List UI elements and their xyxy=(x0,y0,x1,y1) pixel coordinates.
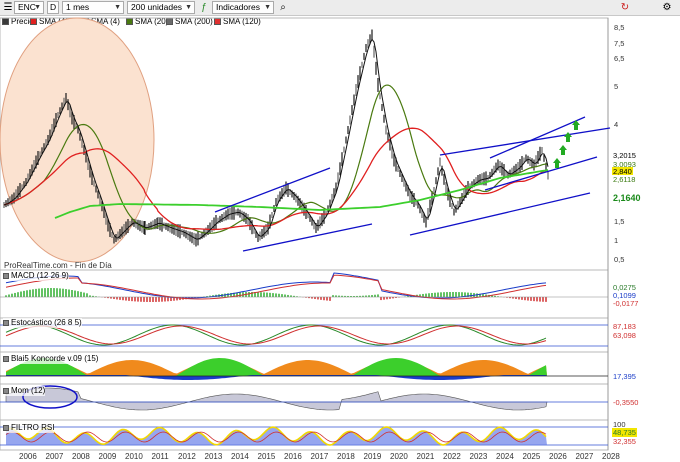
year-label: 2028 xyxy=(602,452,620,461)
stoch-value: 87,183 xyxy=(613,322,636,331)
up-arrow-icon xyxy=(564,132,572,142)
year-label: 2008 xyxy=(72,452,90,461)
year-label: 2022 xyxy=(443,452,461,461)
year-label: 2020 xyxy=(390,452,408,461)
year-label: 2014 xyxy=(231,452,249,461)
year-label: 2019 xyxy=(363,452,382,461)
panel-close-icon[interactable] xyxy=(3,425,9,431)
koncorde-value: 17,395 xyxy=(613,372,636,381)
rsi-title[interactable]: FILTRO RSI xyxy=(3,423,55,433)
year-label: 2009 xyxy=(98,452,117,461)
year-label: 2006 xyxy=(19,452,37,461)
koncorde-title[interactable]: Blai5 Koncorde v.09 (15) xyxy=(3,354,99,364)
price-axis-label: 1 xyxy=(614,236,619,245)
price-axis-label: 0,5 xyxy=(614,255,625,264)
panel-close-icon[interactable] xyxy=(3,356,9,362)
up-arrow-icon xyxy=(559,145,567,155)
stoch-k-line xyxy=(5,324,547,346)
price-axis-label: 1,5 xyxy=(614,217,625,226)
macd-value: -0,0177 xyxy=(613,299,639,308)
year-label: 2021 xyxy=(416,452,435,461)
year-label: 2017 xyxy=(310,452,329,461)
price-axis-label: 4 xyxy=(614,120,619,129)
price-axis-label: 6,5 xyxy=(614,54,625,63)
mom-area xyxy=(5,387,548,411)
macd-title[interactable]: MACD (12 26 9) xyxy=(3,271,69,281)
source-label: ProRealTime.com - Fin de Día xyxy=(4,261,112,270)
price-tag: 2,6118 xyxy=(612,175,637,184)
price-axis-label: 8,5 xyxy=(614,23,625,32)
trend-channel-line xyxy=(409,192,591,236)
price-axis-label: 7,5 xyxy=(614,39,625,48)
panel-frame xyxy=(0,269,609,319)
year-label: 2018 xyxy=(337,452,355,461)
up-arrow-icon xyxy=(553,158,561,168)
year-label: 2007 xyxy=(45,452,64,461)
chart-canvas xyxy=(0,17,611,451)
panel-frame xyxy=(0,317,609,353)
rsi-value: 32,355 xyxy=(613,437,636,446)
panel-close-icon[interactable] xyxy=(3,273,9,279)
price-axis-label: 5 xyxy=(614,82,619,91)
trend-channel-line xyxy=(214,167,331,213)
stoch-value: 63,098 xyxy=(613,331,636,340)
year-label: 2023 xyxy=(469,452,488,461)
panel-close-icon[interactable] xyxy=(3,388,9,394)
rsi-value: 48,735 xyxy=(612,428,637,437)
mom-title[interactable]: Mom (12) xyxy=(3,386,46,396)
trend-channel-line xyxy=(439,127,611,156)
year-label: 2012 xyxy=(178,452,196,461)
year-label: 2025 xyxy=(522,452,541,461)
year-label: 2011 xyxy=(151,452,169,461)
year-label: 2024 xyxy=(496,452,514,461)
rsi-fill xyxy=(6,427,547,445)
year-label: 2026 xyxy=(549,452,567,461)
price-tag: 2,1640 xyxy=(612,193,642,203)
year-label: 2027 xyxy=(575,452,594,461)
year-label: 2010 xyxy=(125,452,143,461)
mom-value: -0,3550 xyxy=(613,398,639,407)
stoch-title[interactable]: Estocástico (26 8 5) xyxy=(3,318,82,328)
year-label: 2016 xyxy=(284,452,302,461)
price-tag: 3,2015 xyxy=(612,151,637,160)
year-label: 2015 xyxy=(257,452,276,461)
panel-close-icon[interactable] xyxy=(3,320,9,326)
year-label: 2013 xyxy=(204,452,223,461)
